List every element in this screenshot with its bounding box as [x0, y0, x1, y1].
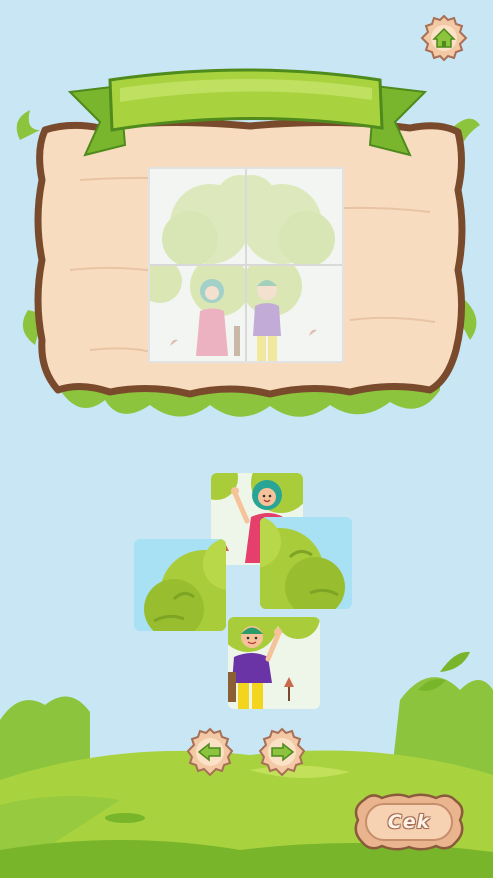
boy-preview [247, 266, 342, 361]
girl-preview [150, 266, 245, 361]
puzzle-slot-top-right[interactable] [247, 169, 342, 264]
puzzle-slot-bottom-right[interactable] [247, 266, 342, 361]
home-button[interactable] [420, 14, 468, 62]
next-button[interactable] [256, 727, 308, 779]
arrow-left-icon [186, 727, 234, 777]
puzzle-piece-tree-right[interactable] [260, 517, 352, 609]
puzzle-slot-top-left[interactable] [150, 169, 245, 264]
tree-left-piece-image [134, 539, 226, 631]
puzzle-piece-boy[interactable] [228, 617, 320, 709]
tree-preview-left [150, 169, 245, 264]
check-button[interactable]: Cek [352, 792, 466, 852]
tree-right-piece-image [260, 517, 352, 609]
arrow-right-icon [258, 727, 306, 777]
boy-piece-image [228, 617, 320, 709]
home-icon [420, 14, 468, 62]
previous-button[interactable] [184, 727, 236, 779]
tree-preview-right [247, 169, 342, 264]
wood-button-shape [354, 793, 464, 851]
puzzle-grid [148, 167, 344, 363]
puzzle-piece-tree-left[interactable] [134, 539, 226, 631]
puzzle-slot-bottom-left[interactable] [150, 266, 245, 361]
